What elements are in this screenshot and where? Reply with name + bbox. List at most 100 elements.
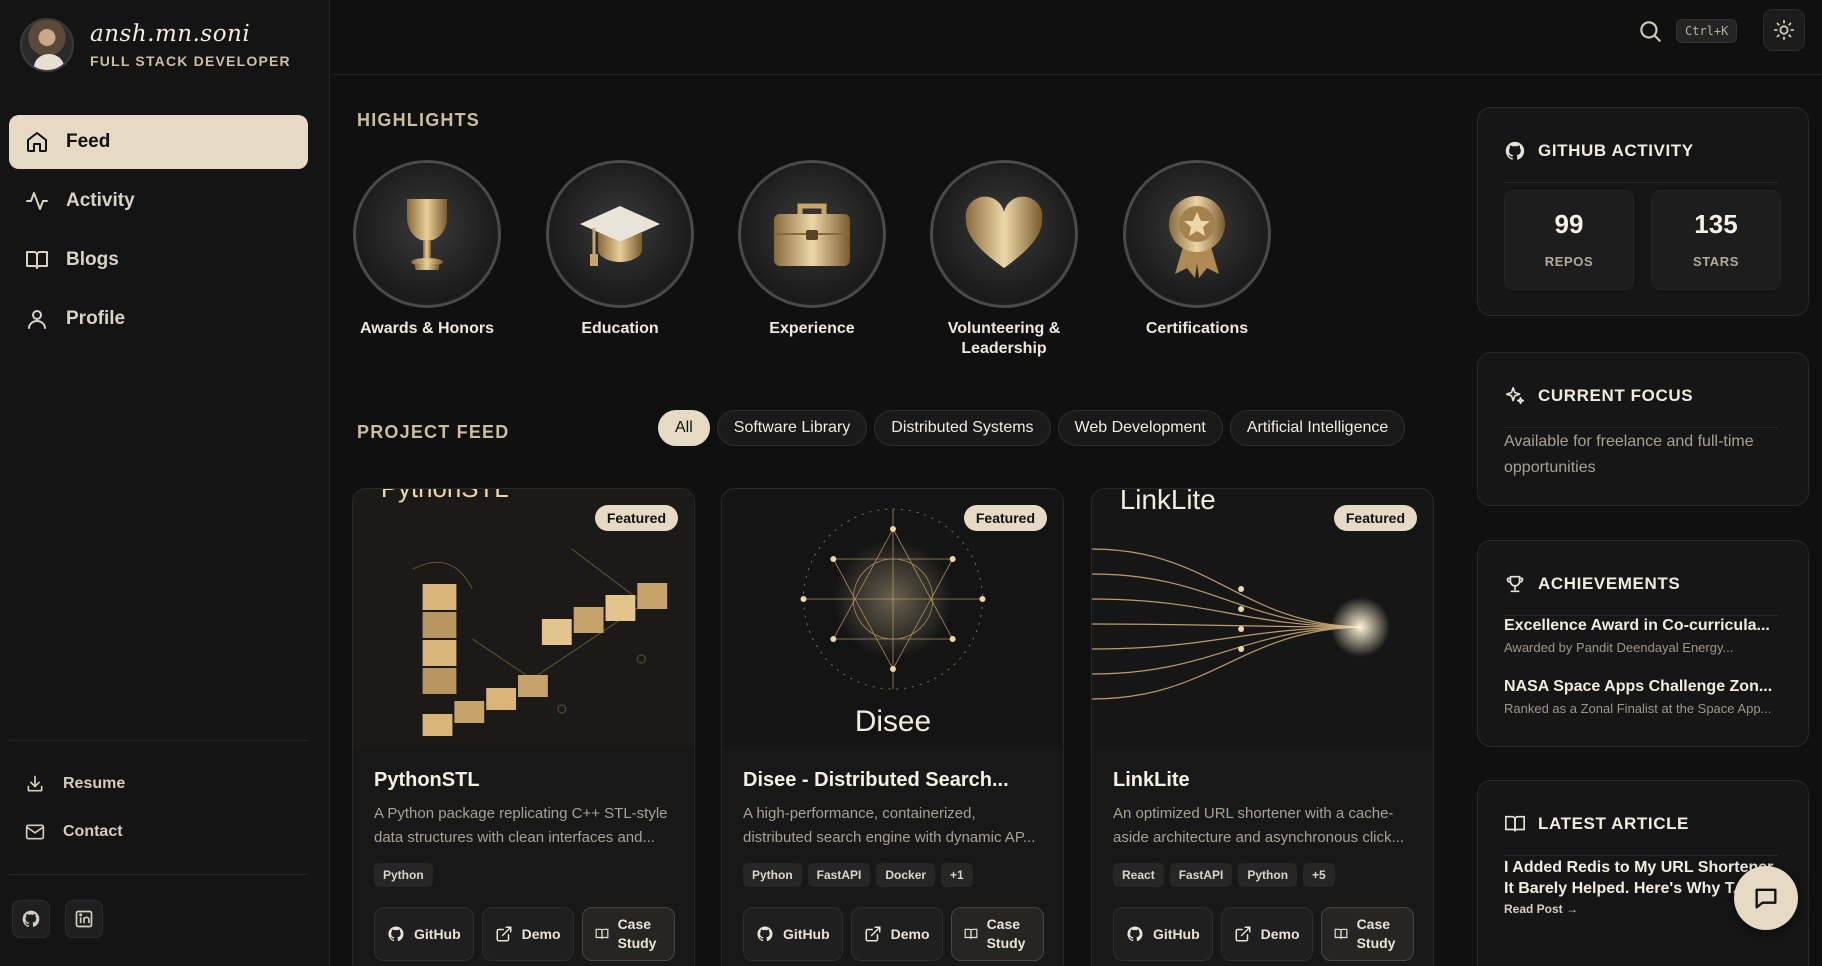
- demo-button[interactable]: Demo: [1220, 907, 1313, 961]
- project-image-title: PythonSTL: [381, 489, 509, 503]
- contact-link[interactable]: Contact: [25, 822, 123, 842]
- highlights-title: HIGHLIGHTS: [357, 110, 480, 130]
- project-card-disee[interactable]: Disee Featured Disee - Distributed Searc…: [721, 488, 1064, 966]
- tag: Python: [743, 863, 802, 887]
- nav-item-activity[interactable]: Activity: [9, 174, 308, 228]
- filter-chip-distributed-systems[interactable]: Distributed Systems: [874, 410, 1051, 446]
- demo-label: Demo: [521, 926, 561, 942]
- highlight-certifications[interactable]: Certifications: [1122, 160, 1272, 339]
- project-tags: React FastAPI Python +5: [1113, 863, 1341, 887]
- profile-name: ansh.mn.soni: [90, 21, 251, 47]
- case-study-button[interactable]: Case Study: [581, 907, 675, 961]
- resume-link[interactable]: Resume: [25, 774, 125, 794]
- trophy-icon: [407, 199, 447, 270]
- read-post-link[interactable]: Read Post →: [1504, 902, 1578, 916]
- case-study-label: Case Study: [986, 916, 1026, 951]
- medal-icon: [1169, 196, 1225, 278]
- project-image: Disee Featured: [722, 489, 1063, 747]
- github-label: GitHub: [1153, 926, 1200, 942]
- github-icon: [388, 926, 404, 942]
- github-icon: [1127, 926, 1143, 942]
- highlight-label: Volunteering & Leadership: [947, 320, 1061, 357]
- filter-chip-all[interactable]: All: [658, 410, 710, 446]
- highlight-volunteering[interactable]: Volunteering & Leadership: [929, 160, 1079, 359]
- nav-label: Activity: [66, 190, 135, 211]
- highlight-label: Education: [581, 320, 659, 337]
- github-button[interactable]: GitHub: [743, 907, 843, 961]
- tag-more[interactable]: +5: [1303, 863, 1335, 887]
- external-link-icon: [496, 926, 512, 942]
- theme-toggle-button[interactable]: [1763, 9, 1805, 51]
- achievement-subtitle: Awarded by Pandit Deendayal Energy...: [1504, 640, 1734, 655]
- repos-stat[interactable]: 99 REPOS: [1504, 190, 1634, 290]
- chat-button[interactable]: [1734, 866, 1798, 930]
- sun-icon: [1773, 19, 1795, 41]
- project-card-pythonstl[interactable]: PythonSTL Featured PythonSTL A Python pa…: [352, 488, 695, 966]
- demo-button[interactable]: Demo: [481, 907, 574, 961]
- book-icon: [1505, 815, 1525, 832]
- github-button[interactable]: GitHub: [374, 907, 474, 961]
- project-title[interactable]: LinkLite: [1113, 769, 1413, 792]
- github-icon: [22, 910, 40, 927]
- book-icon: [1334, 928, 1347, 939]
- filter-chip-web-development[interactable]: Web Development: [1057, 410, 1223, 446]
- achievement-item[interactable]: NASA Space Apps Challenge Zon... Ranked …: [1504, 678, 1786, 716]
- sidebar-divider: [9, 740, 308, 741]
- nav-item-profile[interactable]: Profile: [9, 292, 308, 346]
- linkedin-social-button[interactable]: [65, 900, 103, 938]
- project-image-title: LinkLite: [1120, 489, 1216, 515]
- project-description: A Python package replicating C++ STL-sty…: [374, 805, 668, 846]
- tag: Docker: [876, 863, 936, 887]
- project-card-linklite[interactable]: LinkLite Featured LinkLite An optimized …: [1091, 488, 1434, 966]
- highlight-circle: [546, 160, 694, 308]
- github-social-button[interactable]: [12, 900, 50, 938]
- highlight-circle: [738, 160, 886, 308]
- tag: Python: [374, 863, 433, 887]
- download-icon: [27, 775, 43, 792]
- project-actions: GitHub Demo Case Study: [743, 907, 1052, 961]
- panel-title: GITHUB ACTIVITY: [1538, 141, 1694, 160]
- project-title[interactable]: PythonSTL: [374, 769, 674, 792]
- project-tags: Python: [374, 863, 439, 887]
- project-actions: GitHub Demo Case Study: [374, 907, 683, 961]
- tag: React: [1113, 863, 1164, 887]
- project-feed-title: PROJECT FEED: [357, 422, 510, 442]
- nav-item-blogs[interactable]: Blogs: [9, 233, 308, 287]
- demo-button[interactable]: Demo: [850, 907, 943, 961]
- nav-label: Blogs: [66, 249, 119, 270]
- case-study-label: Case Study: [1356, 916, 1396, 951]
- highlight-circle: [353, 160, 501, 308]
- panel-header: GITHUB ACTIVITY: [1504, 136, 1778, 183]
- project-title[interactable]: Disee - Distributed Search...: [743, 769, 1043, 792]
- search-icon[interactable]: [1637, 18, 1663, 44]
- highlight-experience[interactable]: Experience: [737, 160, 887, 339]
- achievements-panel: ACHIEVEMENTS Excellence Award in Co-curr…: [1477, 540, 1809, 747]
- case-study-button[interactable]: Case Study: [950, 907, 1044, 961]
- highlight-education[interactable]: Education: [545, 160, 695, 339]
- tag-more[interactable]: +1: [941, 863, 973, 887]
- profile-header[interactable]: ansh.mn.soni FULL STACK DEVELOPER: [20, 18, 291, 72]
- sidebar-divider: [9, 874, 308, 875]
- github-label: GitHub: [783, 926, 830, 942]
- project-actions: GitHub Demo Case Study: [1113, 907, 1422, 961]
- project-image-title: Disee: [855, 705, 931, 738]
- github-icon: [1505, 141, 1525, 160]
- stars-stat[interactable]: 135 STARS: [1651, 190, 1781, 290]
- achievement-item[interactable]: Excellence Award in Co-curricula... Awar…: [1504, 617, 1786, 655]
- panel-header: ACHIEVEMENTS: [1504, 569, 1778, 616]
- github-button[interactable]: GitHub: [1113, 907, 1213, 961]
- github-activity-panel: GITHUB ACTIVITY 99 REPOS 135 STARS: [1477, 107, 1809, 316]
- case-study-button[interactable]: Case Study: [1320, 907, 1414, 961]
- filter-chip-software-library[interactable]: Software Library: [716, 410, 868, 446]
- project-description: An optimized URL shortener with a cache-…: [1113, 805, 1404, 846]
- github-icon: [757, 926, 773, 942]
- tag: FastAPI: [1169, 863, 1233, 887]
- filter-chip-artificial-intelligence[interactable]: Artificial Intelligence: [1229, 410, 1406, 446]
- featured-badge: Featured: [963, 505, 1047, 531]
- repos-count: 99: [1554, 209, 1584, 239]
- heart-icon: [965, 196, 1043, 268]
- resume-label: Resume: [63, 775, 126, 792]
- highlight-awards[interactable]: Awards & Honors: [352, 160, 502, 339]
- home-icon: [27, 132, 47, 152]
- nav-item-feed[interactable]: Feed: [9, 115, 308, 169]
